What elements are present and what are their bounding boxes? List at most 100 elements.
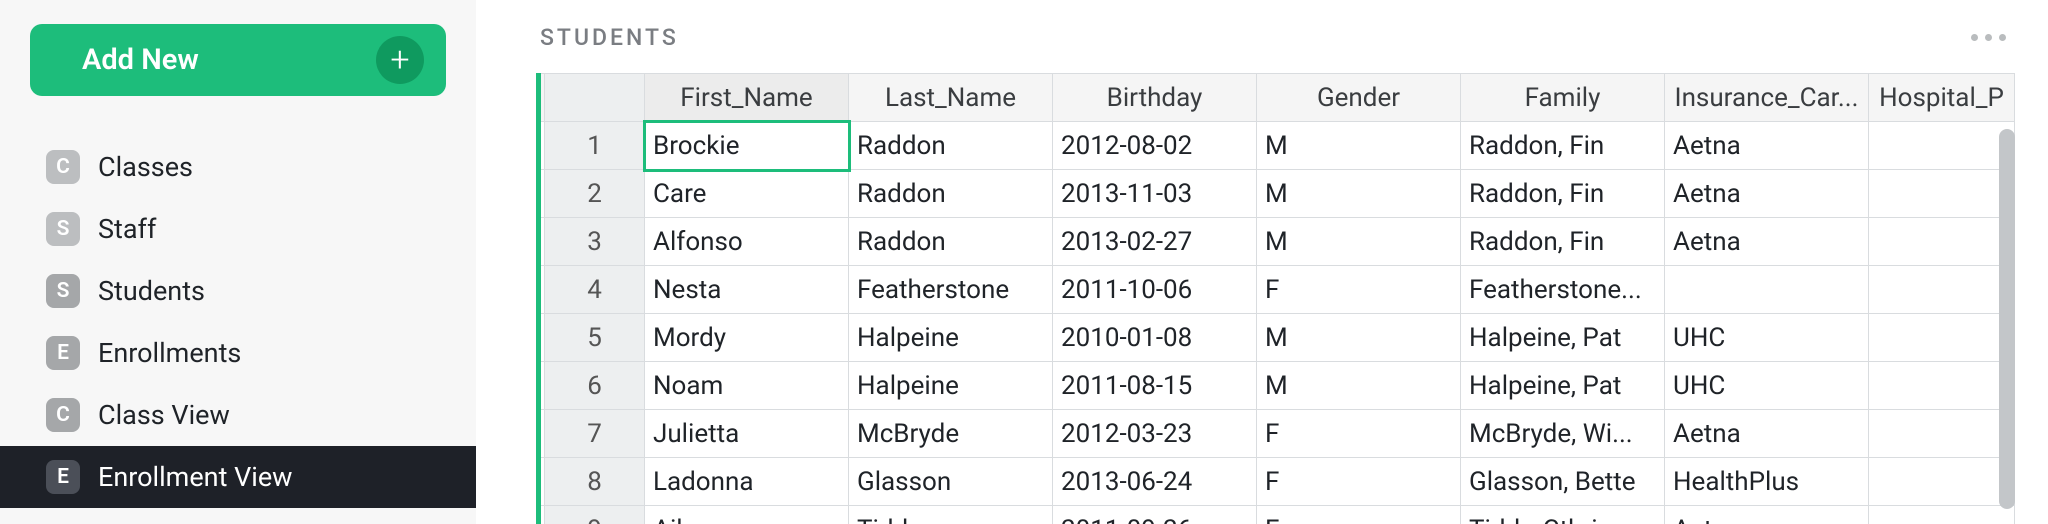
- sidebar-nav: CClassesSStaffSStudentsEEnrollmentsCClas…: [0, 136, 476, 508]
- table-row: 8LadonnaGlasson2013-06-24FGlasson, Bette…: [539, 458, 2015, 506]
- cell[interactable]: Ladonna: [645, 458, 849, 506]
- sidebar-item-staff[interactable]: SStaff: [0, 198, 476, 260]
- column-header[interactable]: Birthday: [1053, 74, 1257, 122]
- cell[interactable]: Raddon, Fin: [1461, 122, 1665, 170]
- row-number[interactable]: 9: [545, 506, 645, 524]
- cell[interactable]: Featherstone: [849, 266, 1053, 314]
- add-new-button[interactable]: Add New +: [30, 24, 446, 96]
- scrollbar-thumb[interactable]: [1999, 129, 2015, 509]
- cell[interactable]: F: [1257, 266, 1461, 314]
- cell[interactable]: [1869, 410, 2015, 458]
- cell[interactable]: Raddon: [849, 218, 1053, 266]
- cell[interactable]: Halpeine: [849, 314, 1053, 362]
- row-number[interactable]: 7: [545, 410, 645, 458]
- cell[interactable]: [1665, 266, 1869, 314]
- sidebar-item-label: Students: [98, 275, 205, 307]
- row-number[interactable]: 2: [545, 170, 645, 218]
- cell[interactable]: Featherstone...: [1461, 266, 1665, 314]
- cell[interactable]: Tiddy: [849, 506, 1053, 524]
- column-header[interactable]: Gender: [1257, 74, 1461, 122]
- row-number[interactable]: 4: [545, 266, 645, 314]
- cell[interactable]: Aetna: [1665, 170, 1869, 218]
- cell[interactable]: McBryde, Wi...: [1461, 410, 1665, 458]
- cell[interactable]: M: [1257, 362, 1461, 410]
- cell[interactable]: Raddon: [849, 170, 1053, 218]
- vertical-scrollbar[interactable]: [1996, 125, 2018, 524]
- cell[interactable]: [1869, 314, 2015, 362]
- column-header[interactable]: First_Name: [645, 74, 849, 122]
- data-grid[interactable]: First_NameLast_NameBirthdayGenderFamilyI…: [536, 73, 2015, 524]
- cell[interactable]: Raddon, Fin: [1461, 218, 1665, 266]
- cell[interactable]: Nesta: [645, 266, 849, 314]
- cell[interactable]: Halpeine, Pat: [1461, 362, 1665, 410]
- row-number[interactable]: 8: [545, 458, 645, 506]
- plus-icon: +: [376, 36, 424, 84]
- cell[interactable]: 2013-06-24: [1053, 458, 1257, 506]
- cell[interactable]: 2011-08-15: [1053, 362, 1257, 410]
- cell[interactable]: F: [1257, 458, 1461, 506]
- cell[interactable]: M: [1257, 170, 1461, 218]
- column-header[interactable]: Family: [1461, 74, 1665, 122]
- column-header[interactable]: Insurance_Car...: [1665, 74, 1869, 122]
- cell[interactable]: Noam: [645, 362, 849, 410]
- sidebar-item-students[interactable]: SStudents: [0, 260, 476, 322]
- cell[interactable]: Raddon, Fin: [1461, 170, 1665, 218]
- cell[interactable]: Aetna: [1665, 218, 1869, 266]
- cell[interactable]: Aile: [645, 506, 849, 524]
- cell[interactable]: Halpeine: [849, 362, 1053, 410]
- cell[interactable]: [1869, 506, 2015, 524]
- sidebar-item-classes[interactable]: CClasses: [0, 136, 476, 198]
- column-header[interactable]: Last_Name: [849, 74, 1053, 122]
- cell[interactable]: UHC: [1665, 362, 1869, 410]
- cell[interactable]: Julietta: [645, 410, 849, 458]
- cell[interactable]: Brockie: [645, 122, 849, 170]
- cell[interactable]: [1869, 122, 2015, 170]
- row-number[interactable]: 3: [545, 218, 645, 266]
- cell[interactable]: [1869, 170, 2015, 218]
- cell[interactable]: Mordy: [645, 314, 849, 362]
- sidebar-letter-icon: E: [46, 460, 80, 494]
- sidebar-item-class-view[interactable]: CClass View: [0, 384, 476, 446]
- row-number[interactable]: 6: [545, 362, 645, 410]
- cell[interactable]: Halpeine, Pat: [1461, 314, 1665, 362]
- cell[interactable]: Aetna: [1665, 410, 1869, 458]
- cell[interactable]: Tiddy, Cthrine: [1461, 506, 1665, 524]
- cell[interactable]: Aetna: [1665, 122, 1869, 170]
- more-icon[interactable]: [1967, 30, 2010, 45]
- cell[interactable]: Care: [645, 170, 849, 218]
- cell[interactable]: 2013-11-03: [1053, 170, 1257, 218]
- cell[interactable]: HealthPlus: [1665, 458, 1869, 506]
- cell[interactable]: F: [1257, 506, 1461, 524]
- rownum-header[interactable]: [545, 74, 645, 122]
- column-header[interactable]: Hospital_P: [1869, 74, 2015, 122]
- cell[interactable]: [1869, 218, 2015, 266]
- cell[interactable]: Glasson: [849, 458, 1053, 506]
- cell[interactable]: [1869, 362, 2015, 410]
- cell[interactable]: [1869, 458, 2015, 506]
- cell[interactable]: Alfonso: [645, 218, 849, 266]
- row-number[interactable]: 5: [545, 314, 645, 362]
- cell[interactable]: Raddon: [849, 122, 1053, 170]
- cell[interactable]: M: [1257, 218, 1461, 266]
- cell[interactable]: Aetna: [1665, 506, 1869, 524]
- grid-scroll[interactable]: First_NameLast_NameBirthdayGenderFamilyI…: [536, 73, 2018, 524]
- cell[interactable]: M: [1257, 122, 1461, 170]
- cell[interactable]: 2012-08-02: [1053, 122, 1257, 170]
- cell[interactable]: Glasson, Bette: [1461, 458, 1665, 506]
- cell[interactable]: McBryde: [849, 410, 1053, 458]
- cell[interactable]: 2011-09-26: [1053, 506, 1257, 524]
- header-row: STUDENTS: [536, 24, 2018, 73]
- cell[interactable]: UHC: [1665, 314, 1869, 362]
- cell[interactable]: 2010-01-08: [1053, 314, 1257, 362]
- sidebar-item-label: Classes: [98, 151, 193, 183]
- cell[interactable]: F: [1257, 410, 1461, 458]
- cell[interactable]: [1869, 266, 2015, 314]
- section-title: STUDENTS: [540, 24, 679, 51]
- row-number[interactable]: 1: [545, 122, 645, 170]
- cell[interactable]: M: [1257, 314, 1461, 362]
- sidebar-item-enrollment-view[interactable]: EEnrollment View: [0, 446, 476, 508]
- cell[interactable]: 2013-02-27: [1053, 218, 1257, 266]
- cell[interactable]: 2012-03-23: [1053, 410, 1257, 458]
- cell[interactable]: 2011-10-06: [1053, 266, 1257, 314]
- sidebar-item-enrollments[interactable]: EEnrollments: [0, 322, 476, 384]
